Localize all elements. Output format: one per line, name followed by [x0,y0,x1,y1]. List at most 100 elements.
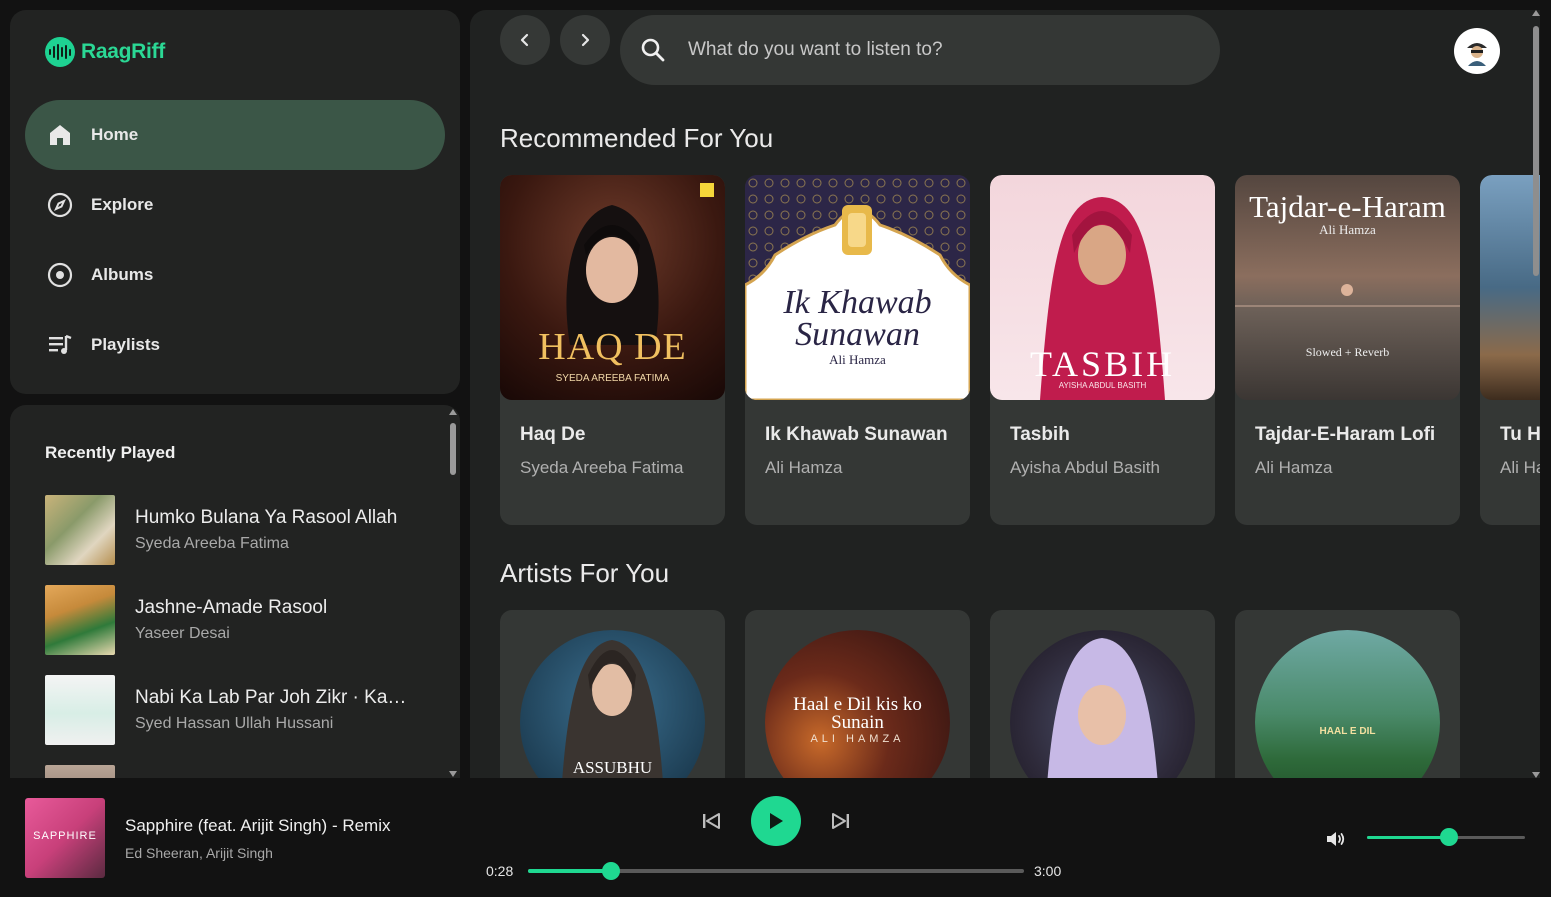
volume-button[interactable] [1323,826,1349,852]
artist-image: Haal e Dil kis ko Sunain ALI HAMZA [765,630,950,778]
track-title: Nabi Ka Lab Par Joh Zikr · Kamal Aya [135,687,415,708]
track-thumbnail [45,495,115,565]
previous-button[interactable] [698,808,724,834]
nav-label-albums: Albums [91,265,154,284]
track-artist: Syeda Areeba Fatima [135,535,289,552]
album-art-title: Tajdar-e-Haram [1249,189,1446,224]
volume-icon [1327,832,1345,846]
skip-next-icon [832,813,849,829]
app-logo[interactable]: RaagRiff [45,37,165,67]
album-art-title: Ik Khawab Sunawan [783,284,932,353]
now-playing-artist: Ed Sheeran, Arijit Singh [125,845,273,861]
album-art-subtitle: Ali Hamza [829,352,886,367]
progress-fill [528,869,611,873]
album-card-tasbih[interactable]: TASBIH AYISHA ABDUL BASITH Tasbih Ayisha… [990,175,1215,525]
artist-art-text: ASSUBHU [572,758,653,777]
logo-icon [45,37,75,67]
album-card-haq-de[interactable]: HAQ DE SYEDA AREEBA FATIMA Haq De Syeda … [500,175,725,525]
progress-handle[interactable] [601,862,620,880]
volume-slider[interactable] [1367,828,1525,846]
album-art-title: HAQ DE [538,326,687,368]
track-thumbnail [45,675,115,745]
artist-card[interactable]: ASSUBHU [500,610,725,778]
artist-art-text: Haal e Dil kis ko Sunain [793,694,922,733]
nav-item-playlists[interactable]: Playlists [25,310,445,380]
cover-text: SAPPHIRE [33,830,97,842]
nav-label-playlists: Playlists [91,335,160,354]
main-content: Recommended For You HAQ DE SYEDA AREEBA … [470,10,1540,778]
artist-card[interactable] [990,610,1215,778]
artists-section-title: Artists For You [500,558,670,588]
track-thumbnail [45,585,115,655]
album-cover: Ik Khawab Sunawan Ali Hamza [745,175,970,400]
album-card-ik-khawab[interactable]: Ik Khawab Sunawan Ali Hamza Ik Khawab Su… [745,175,970,525]
scroll-down-arrow-icon[interactable] [449,771,457,777]
track-artist: Yaseer Desai [135,625,230,642]
forward-button[interactable] [560,15,610,65]
skip-previous-icon [703,813,720,829]
back-button[interactable] [500,15,550,65]
volume-fill [1367,836,1450,839]
album-cover: TASBIH AYISHA ABDUL BASITH [990,175,1215,400]
artist-card[interactable]: HAAL E DIL [1235,610,1460,778]
recently-played-title: Recently Played [45,443,176,462]
list-item[interactable]: Humko Bulana Ya Rasool Allah Syeda Areeb… [45,495,425,565]
album-art-title: TASBIH [1029,344,1176,384]
volume-handle[interactable] [1440,828,1459,846]
artist-image: HAAL E DIL [1255,630,1440,778]
album-cover: Tajdar-e-Haram Ali Hamza Slowed + Reverb [1235,175,1460,400]
track-title: Jashne-Amade Rasool [135,597,328,618]
sidebar-nav-panel: RaagRiff Home Explore Albums Playlists [10,10,460,394]
disc-icon [47,262,73,288]
artist-card[interactable]: Haal e Dil kis ko Sunain ALI HAMZA [745,610,970,778]
playlist-icon [47,332,73,358]
artist-art-text: HAAL E DIL [1319,726,1376,737]
recently-played-panel: Recently Played Humko Bulana Ya Rasool A… [10,405,460,778]
scroll-up-arrow-icon[interactable] [449,409,457,415]
home-icon [47,122,73,148]
album-art-subtitle: SYEDA AREEBA FATIMA [555,373,670,384]
main-scrollbar[interactable] [1530,10,1542,778]
card-artist: Ali Hamza [765,458,843,477]
search-bar[interactable] [620,15,1220,85]
scroll-up-arrow-icon[interactable] [1532,10,1540,16]
app-name: RaagRiff [81,40,165,63]
list-item[interactable]: Jashne-Amade Rasool Yaseer Desai [45,585,425,655]
card-title: Ik Khawab Sunawan [765,424,948,445]
scrollbar-thumb[interactable] [1533,26,1539,276]
album-card-tajdar-e-haram[interactable]: Tajdar-e-Haram Ali Hamza Slowed + Reverb… [1235,175,1460,525]
user-avatar-icon [1461,35,1493,67]
card-artist: Ali Hamza [1255,458,1333,477]
search-icon [641,38,665,62]
album-art-tag: Slowed + Reverb [1305,345,1390,359]
artist-image [1010,630,1195,778]
album-cover: HAQ DE SYEDA AREEBA FATIMA [500,175,725,400]
card-title: Tasbih [1010,424,1070,445]
now-playing-cover: SAPPHIRE [25,798,105,878]
artist-art-subtitle: ALI HAMZA [810,733,905,745]
artist-image: ASSUBHU [520,630,705,778]
compass-icon [47,192,73,218]
scrollbar-thumb[interactable] [450,423,456,475]
recently-played-scrollbar[interactable] [448,409,458,777]
album-art-subtitle: AYISHA ABDUL BASITH [1058,381,1147,390]
next-button[interactable] [828,808,854,834]
nav-item-explore[interactable]: Explore [25,170,445,240]
card-artist: Syeda Areeba Fatima [520,458,684,477]
play-button[interactable] [751,796,801,846]
card-title: Tajdar-E-Haram Lofi [1255,424,1436,445]
search-input[interactable] [688,39,1188,61]
player-bar: SAPPHIRE Sapphire (feat. Arijit Singh) -… [0,778,1551,897]
progress-slider[interactable] [528,862,1024,880]
track-title: Humko Bulana Ya Rasool Allah [135,507,398,528]
list-item[interactable]: Nabi Ka Lab Par Joh Zikr · Kamal Aya Sye… [45,675,425,745]
list-item[interactable] [45,765,425,778]
play-icon [770,813,783,829]
album-art-subtitle: Ali Hamza [1319,222,1376,237]
nav-label-explore: Explore [91,195,154,214]
avatar[interactable] [1454,28,1500,74]
nav-item-albums[interactable]: Albums [25,240,445,310]
chevron-right-icon [581,33,590,47]
nav-item-home[interactable]: Home [25,100,445,170]
nav-label-home: Home [91,125,139,144]
